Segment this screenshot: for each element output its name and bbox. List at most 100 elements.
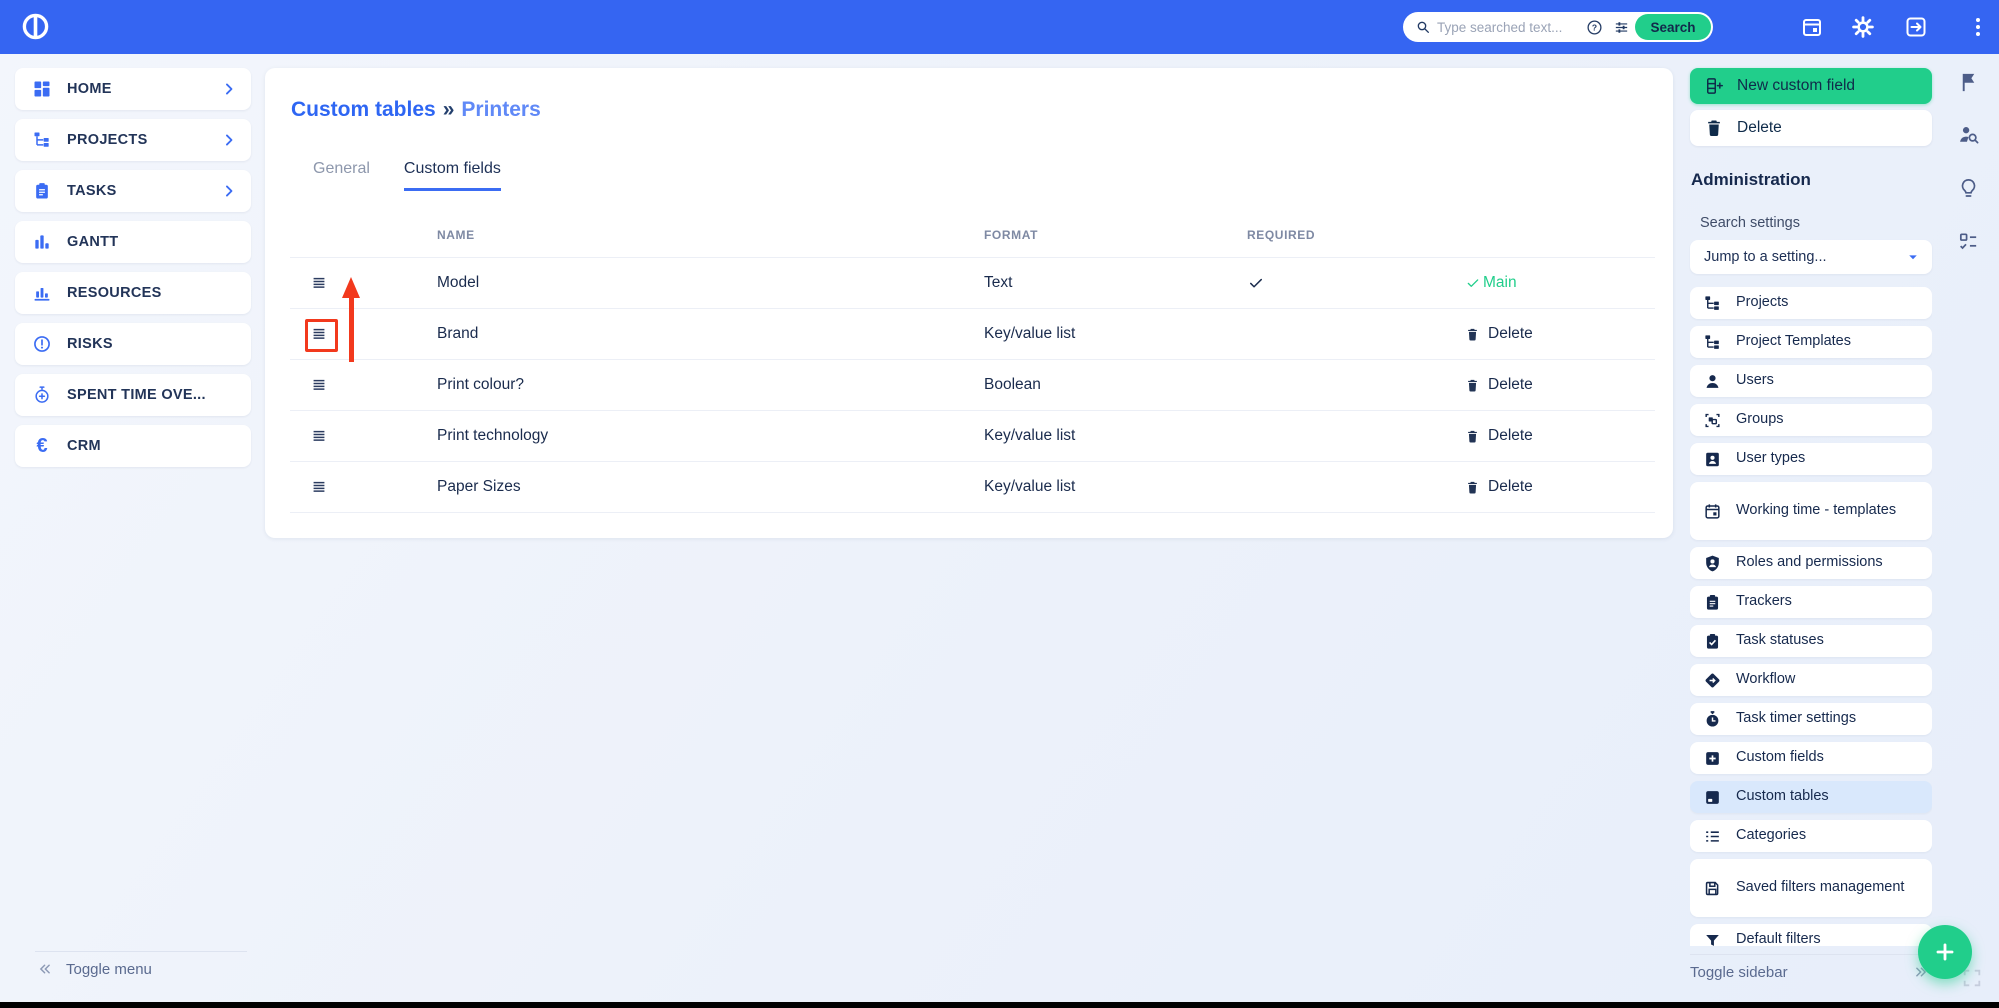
sidebar-item-label: GANTT [67, 234, 119, 250]
search-button[interactable]: Search [1635, 14, 1711, 40]
chevron-right-icon [219, 79, 239, 99]
delete-field-button[interactable]: Delete [1465, 325, 1655, 343]
sidebar-item-risks[interactable]: RISKS [15, 323, 251, 365]
person-search-icon[interactable] [1957, 123, 1980, 146]
app-logo-icon[interactable] [20, 11, 51, 42]
drag-handle-icon[interactable] [309, 477, 329, 497]
admin-item-workflow[interactable]: Workflow [1690, 664, 1932, 696]
admin-item-default-filters[interactable]: Default filters [1690, 924, 1932, 946]
admin-item-projects[interactable]: Projects [1690, 287, 1932, 319]
funnel-icon [1703, 931, 1722, 947]
admin-item-groups[interactable]: Groups [1690, 404, 1932, 436]
sidebar-item-projects[interactable]: PROJECTS [15, 119, 251, 161]
tab-general[interactable]: General [313, 160, 370, 191]
project-tree-icon [32, 130, 52, 150]
admin-item-saved-filters[interactable]: Saved filters management [1690, 859, 1932, 917]
help-icon[interactable]: ? [1586, 19, 1603, 36]
tab-custom-fields[interactable]: Custom fields [403, 160, 501, 191]
list-icon [1703, 827, 1722, 846]
kebab-menu-icon[interactable] [1966, 15, 1990, 39]
save-icon [1703, 879, 1722, 898]
add-floating-button[interactable] [1918, 925, 1972, 979]
euro-icon: € [36, 435, 48, 457]
main-field-badge[interactable]: Main [1465, 274, 1655, 292]
toggle-menu-button[interactable]: Toggle menu [36, 960, 152, 978]
search-filter-icon[interactable] [1613, 19, 1630, 36]
lightbulb-icon[interactable] [1957, 177, 1980, 200]
jump-to-setting-select[interactable]: Jump to a setting... [1690, 240, 1932, 274]
shield-person-icon [1703, 554, 1722, 573]
field-name: Paper Sizes [437, 478, 521, 495]
sidebar-item-crm[interactable]: € CRM [15, 425, 251, 467]
tab-bar: General Custom fields [313, 160, 501, 191]
trash-icon [1704, 118, 1724, 138]
search-icon [1415, 19, 1431, 35]
flag-icon[interactable] [1957, 71, 1980, 94]
column-header-format: FORMAT [984, 227, 1039, 242]
left-menu-divider [35, 951, 247, 952]
delete-field-button[interactable]: Delete [1465, 478, 1655, 496]
sidebar-item-label: RESOURCES [67, 285, 162, 301]
sidebar-item-label: HOME [67, 81, 112, 97]
breadcrumb-current: Printers [461, 98, 541, 121]
admin-item-custom-fields[interactable]: Custom fields [1690, 742, 1932, 774]
project-tree-icon [1703, 294, 1722, 313]
admin-item-project-templates[interactable]: Project Templates [1690, 326, 1932, 358]
logout-icon[interactable] [1904, 15, 1928, 39]
sidebar-item-label: RISKS [67, 336, 113, 352]
admin-item-user-types[interactable]: User types [1690, 443, 1932, 475]
calendar-icon[interactable] [1800, 15, 1824, 39]
admin-item-roles-permissions[interactable]: Roles and permissions [1690, 547, 1932, 579]
field-name: Print colour? [437, 376, 525, 393]
trash-icon [1465, 327, 1480, 342]
clipboard-check-icon [1703, 632, 1722, 651]
required-check-icon [1247, 274, 1265, 292]
gantt-chart-icon [32, 232, 52, 252]
admin-item-task-timer-settings[interactable]: Task timer settings [1690, 703, 1932, 735]
sidebar-item-label: CRM [67, 438, 101, 454]
toggle-sidebar-button[interactable]: Toggle sidebar [1690, 963, 1930, 981]
project-tree-icon [1703, 333, 1722, 352]
bottom-black-bar [0, 1002, 1999, 1008]
sidebar-item-gantt[interactable]: GANTT [15, 221, 251, 263]
column-header-required: REQUIRED [1247, 227, 1316, 242]
admin-item-categories[interactable]: Categories [1690, 820, 1932, 852]
bar-chart-icon [32, 283, 52, 303]
custom-fields-table: NAME FORMAT REQUIRED Model Text Main Bra… [290, 212, 1655, 513]
topbar: ? Search [0, 0, 1999, 54]
sidebar-item-label: PROJECTS [67, 132, 148, 148]
checklist-icon[interactable] [1957, 230, 1980, 253]
breadcrumb-parent-link[interactable]: Custom tables [291, 98, 436, 121]
settings-gear-icon[interactable] [1851, 15, 1875, 39]
right-sidebar-divider [1690, 954, 1930, 955]
delete-field-button[interactable]: Delete [1465, 427, 1655, 445]
sidebar-item-resources[interactable]: RESOURCES [15, 272, 251, 314]
admin-item-users[interactable]: Users [1690, 365, 1932, 397]
admin-item-custom-tables[interactable]: Custom tables [1690, 781, 1932, 813]
table-row: Paper Sizes Key/value list Delete [290, 462, 1655, 513]
drag-handle-icon[interactable] [309, 273, 329, 293]
drag-handle-icon[interactable] [309, 375, 329, 395]
check-icon [1465, 275, 1481, 291]
sidebar-item-home[interactable]: HOME [15, 68, 251, 110]
admin-item-working-time-templates[interactable]: Working time - templates [1690, 482, 1932, 540]
sidebar-item-spent-time[interactable]: SPENT TIME OVE... [15, 374, 251, 416]
search-input[interactable] [1431, 19, 1581, 35]
delete-button[interactable]: Delete [1690, 110, 1932, 146]
drag-handle-icon[interactable] [309, 426, 329, 446]
plus-square-icon [1703, 749, 1722, 768]
new-custom-field-button[interactable]: New custom field [1690, 68, 1932, 104]
alert-circle-icon [32, 334, 52, 354]
annotation-arrow [349, 297, 354, 362]
admin-item-task-statuses[interactable]: Task statuses [1690, 625, 1932, 657]
field-format: Key/value list [984, 325, 1076, 342]
field-name: Brand [437, 325, 479, 342]
sidebar-item-tasks[interactable]: TASKS [15, 170, 251, 212]
stopwatch-plus-icon [32, 385, 52, 405]
field-format: Boolean [984, 376, 1041, 393]
admin-item-trackers[interactable]: Trackers [1690, 586, 1932, 618]
delete-field-button[interactable]: Delete [1465, 376, 1655, 394]
field-name: Print technology [437, 427, 549, 444]
calendar-icon [1703, 502, 1722, 521]
clipboard-icon [1703, 593, 1722, 612]
